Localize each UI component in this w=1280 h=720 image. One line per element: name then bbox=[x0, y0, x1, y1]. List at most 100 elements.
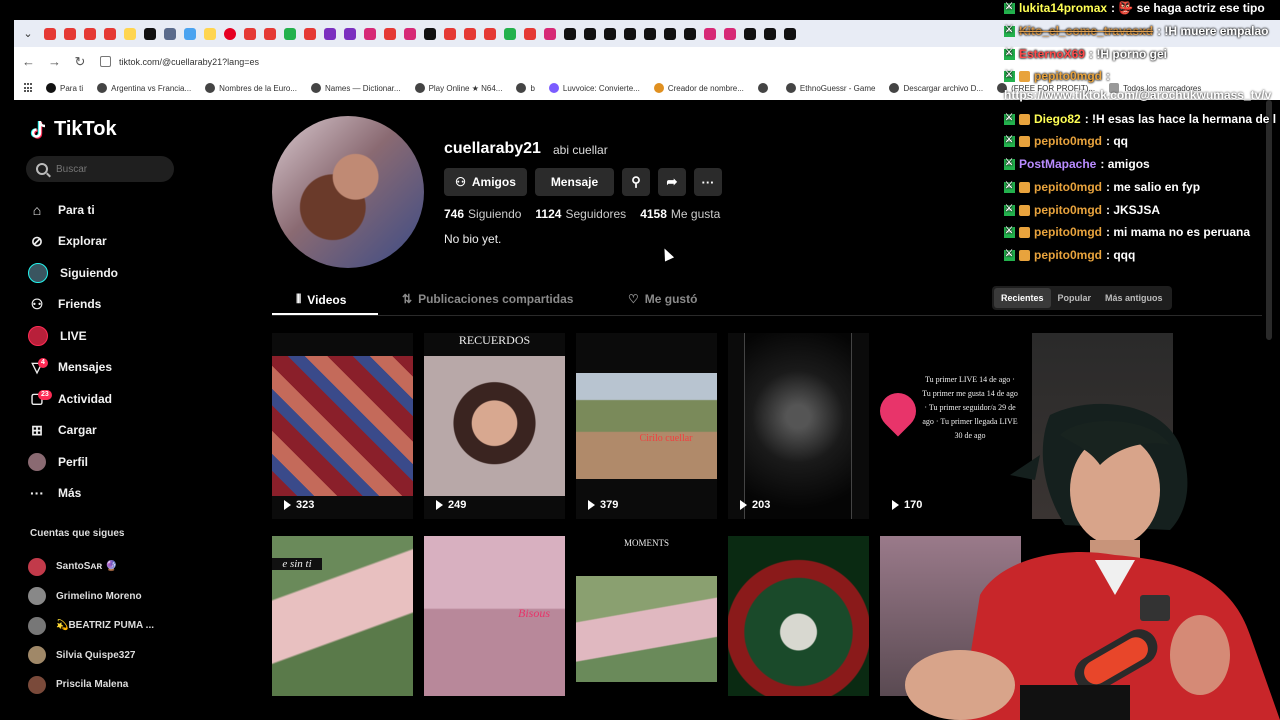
site-info-icon[interactable] bbox=[100, 56, 111, 67]
bookmark[interactable]: Luvvoice: Convierte... bbox=[548, 83, 640, 93]
tab-videos[interactable]: ⦀ Videos bbox=[296, 292, 346, 307]
sidebar-item-friends[interactable]: ⚇ Friends bbox=[28, 289, 208, 321]
tab-liked[interactable]: ♡ Me gustó bbox=[628, 292, 697, 306]
tab-icon[interactable] bbox=[204, 27, 216, 40]
bookmark[interactable]: Argentina vs Francia... bbox=[97, 83, 191, 93]
tiktok-tab-icon[interactable] bbox=[584, 27, 596, 40]
video-caption: MOMENTS bbox=[623, 538, 669, 548]
tab-icon[interactable] bbox=[324, 27, 336, 40]
following-account[interactable]: SantoSᴀʀ 🔮 bbox=[28, 552, 208, 582]
chat-link[interactable]: https://www.tiktok.com/@arochukwumass_tv… bbox=[1004, 88, 1271, 102]
kick-tab-icon[interactable] bbox=[284, 27, 296, 40]
video-card[interactable]: RECUERDOS 249 bbox=[424, 333, 565, 519]
reload-icon[interactable]: ↻ bbox=[74, 54, 86, 70]
friends-button[interactable]: ⚇ Amigos bbox=[444, 168, 527, 196]
forward-icon[interactable]: → bbox=[48, 54, 61, 69]
sort-oldest[interactable]: Más antiguos bbox=[1098, 288, 1170, 308]
sidebar-item-siguiendo[interactable]: Siguiendo bbox=[28, 257, 208, 289]
message-button[interactable]: Mensaje bbox=[535, 168, 614, 196]
apps-icon[interactable] bbox=[24, 83, 32, 93]
tiktok-tab-icon[interactable] bbox=[764, 27, 776, 40]
search-box[interactable] bbox=[26, 156, 174, 182]
tiktok-tab-icon[interactable] bbox=[624, 27, 636, 40]
sidebar-item-mas[interactable]: ··· Más bbox=[28, 478, 208, 510]
instagram-tab-icon[interactable] bbox=[724, 27, 736, 40]
bookmark[interactable]: Names — Dictionar... bbox=[310, 83, 401, 93]
sidebar-item-explorar[interactable]: ⊘ Explorar bbox=[28, 226, 208, 258]
profile-avatar[interactable] bbox=[272, 116, 424, 268]
video-card[interactable]: 323 bbox=[272, 333, 413, 519]
video-card[interactable] bbox=[728, 536, 869, 696]
tab-reposts[interactable]: ⇅ Publicaciones compartidas bbox=[402, 292, 573, 306]
tiktok-tab-icon[interactable] bbox=[744, 27, 756, 40]
bookmark[interactable]: Creador de nombre... bbox=[653, 83, 744, 93]
instagram-tab-icon[interactable] bbox=[404, 27, 416, 40]
tiktok-tab-icon[interactable] bbox=[604, 27, 616, 40]
bookmark[interactable]: Play Online ★ N64... bbox=[414, 83, 502, 93]
kick-tab-icon[interactable] bbox=[504, 27, 516, 40]
youtube-tab-icon[interactable] bbox=[384, 27, 396, 40]
more-options-icon[interactable]: ··· bbox=[694, 168, 722, 196]
instagram-tab-icon[interactable] bbox=[364, 27, 376, 40]
video-card[interactable]: 203 bbox=[728, 333, 869, 519]
tiktok-logo[interactable]: TikTok bbox=[30, 118, 117, 141]
bookmark[interactable]: b bbox=[516, 83, 535, 93]
tab-icon[interactable] bbox=[124, 27, 136, 40]
video-card[interactable]: MOMENTS bbox=[576, 536, 717, 696]
tab-icon[interactable] bbox=[164, 27, 176, 40]
following-account[interactable]: Grimelino Moreno bbox=[28, 582, 208, 612]
following-stat[interactable]: 746 Siguiendo bbox=[444, 207, 521, 221]
tiktok-tab-icon[interactable] bbox=[564, 27, 576, 40]
video-card[interactable]: e sin ti bbox=[272, 536, 413, 696]
sidebar-item-mensajes[interactable]: ▽ 4 Mensajes bbox=[28, 352, 208, 384]
youtube-tab-icon[interactable] bbox=[84, 27, 96, 40]
youtube-tab-icon[interactable] bbox=[264, 27, 276, 40]
youtube-tab-icon[interactable] bbox=[64, 27, 76, 40]
sidebar-item-live[interactable]: LIVE bbox=[28, 320, 208, 352]
sidebar-item-para-ti[interactable]: ⌂ Para ti bbox=[28, 194, 208, 226]
sidebar-item-actividad[interactable]: ▢ 23 Actividad bbox=[28, 383, 208, 415]
tab-icon[interactable] bbox=[184, 27, 196, 40]
youtube-tab-icon[interactable] bbox=[44, 27, 56, 40]
tab-icon[interactable] bbox=[344, 27, 356, 40]
pinterest-tab-icon[interactable] bbox=[224, 27, 236, 40]
bookmark[interactable]: Para ti bbox=[46, 83, 83, 93]
tab-search-icon[interactable]: ⌄ bbox=[20, 26, 36, 42]
tiktok-tab-icon[interactable] bbox=[424, 27, 436, 40]
tiktok-tab-icon[interactable] bbox=[664, 27, 676, 40]
bookmark[interactable]: Descargar archivo D... bbox=[889, 83, 983, 93]
video-card[interactable]: Bisous bbox=[424, 536, 565, 696]
instagram-tab-icon[interactable] bbox=[704, 27, 716, 40]
youtube-tab-icon[interactable] bbox=[524, 27, 536, 40]
search-input[interactable] bbox=[56, 163, 166, 175]
streamer-image bbox=[905, 403, 1280, 720]
share-icon[interactable]: ➦ bbox=[658, 168, 686, 196]
sort-recent[interactable]: Recientes bbox=[994, 288, 1051, 308]
sidebar-item-perfil[interactable]: Perfil bbox=[28, 446, 208, 478]
tiktok-tab-icon[interactable] bbox=[784, 27, 796, 40]
youtube-tab-icon[interactable] bbox=[104, 27, 116, 40]
youtube-tab-icon[interactable] bbox=[244, 27, 256, 40]
youtube-tab-icon[interactable] bbox=[464, 27, 476, 40]
tiktok-tab-icon[interactable] bbox=[644, 27, 656, 40]
youtube-tab-icon[interactable] bbox=[444, 27, 456, 40]
following-account[interactable]: 💫BEATRIZ PUMA ... bbox=[28, 611, 208, 641]
sort-popular[interactable]: Popular bbox=[1051, 288, 1099, 308]
search-icon[interactable] bbox=[36, 163, 48, 175]
followers-stat[interactable]: 1124 Seguidores bbox=[535, 207, 626, 221]
video-card[interactable]: Cirilo cuellar 379 bbox=[576, 333, 717, 519]
following-account[interactable]: Priscila Malena bbox=[28, 670, 208, 700]
x-tab-icon[interactable] bbox=[144, 27, 156, 40]
instagram-tab-icon[interactable] bbox=[544, 27, 556, 40]
sidebar-item-cargar[interactable]: ⊞ Cargar bbox=[28, 415, 208, 447]
url-text[interactable]: tiktok.com/@cuellaraby21?lang=es bbox=[119, 57, 259, 67]
bookmark[interactable]: EthnoGuessr - Game bbox=[785, 83, 875, 93]
bookmark[interactable]: Nombres de la Euro... bbox=[205, 83, 297, 93]
back-icon[interactable]: ← bbox=[22, 54, 35, 69]
following-account[interactable]: Silvia Quispe327 bbox=[28, 641, 208, 671]
add-friend-icon[interactable]: ⚲ bbox=[622, 168, 650, 196]
tiktok-tab-icon[interactable] bbox=[684, 27, 696, 40]
bookmark[interactable] bbox=[757, 83, 772, 93]
tab-icon[interactable] bbox=[304, 27, 316, 40]
youtube-tab-icon[interactable] bbox=[484, 27, 496, 40]
